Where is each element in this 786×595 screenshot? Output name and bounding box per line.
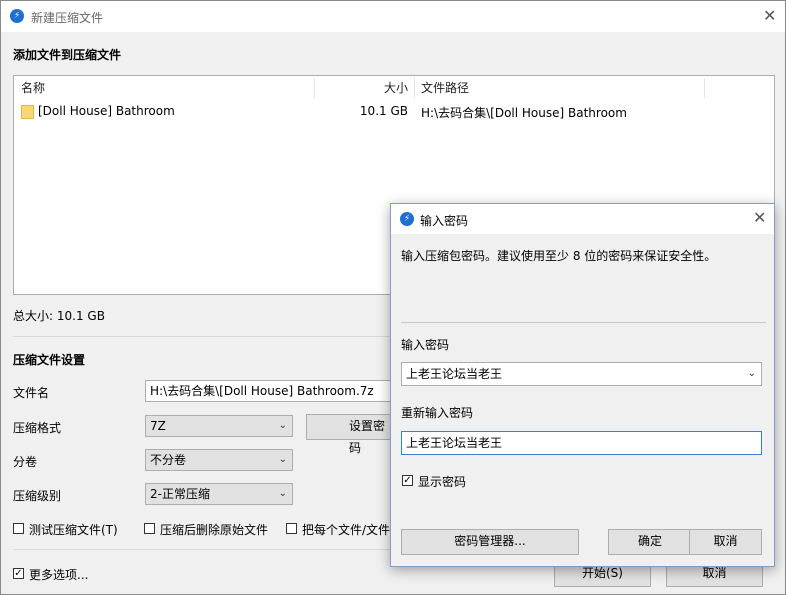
filename-label: 文件名: [13, 386, 50, 400]
column-path-header[interactable]: 文件路径: [421, 76, 469, 100]
level-label: 压缩级别: [13, 489, 62, 503]
divider: [13, 549, 393, 550]
password-dialog: ⚡ 输入密码 ✕ 输入压缩包密码。建议使用至少 8 位的密码来保证安全性。 输入…: [390, 203, 775, 567]
title-bar: ⚡ 新建压缩文件 ✕: [1, 1, 785, 32]
file-name: [Doll House] Bathroom: [38, 104, 175, 118]
close-icon[interactable]: ✕: [753, 210, 766, 226]
format-value: 7Z: [150, 419, 166, 433]
section-add-title: 添加文件到压缩文件: [13, 48, 122, 62]
folder-icon: [21, 105, 34, 119]
format-label: 压缩格式: [13, 421, 62, 435]
confirm-password-label: 重新输入密码: [401, 406, 474, 420]
dialog-title: 输入密码: [420, 214, 469, 228]
test-checkbox[interactable]: [13, 523, 24, 534]
column-size-header[interactable]: 大小: [384, 76, 408, 100]
column-divider[interactable]: [704, 78, 705, 98]
split-value: 不分卷: [150, 453, 187, 467]
show-password-checkbox[interactable]: ✓: [402, 475, 413, 486]
column-divider[interactable]: [314, 78, 315, 98]
delete-option-label: 压缩后删除原始文件: [160, 523, 269, 537]
chevron-down-icon: ⌄: [278, 454, 287, 465]
set-password-button[interactable]: 设置密码: [306, 414, 396, 455]
file-path: H:\去码合集\[Doll House] Bathroom: [421, 106, 627, 120]
confirm-password-input[interactable]: 上老王论坛当老王: [401, 431, 762, 455]
close-icon[interactable]: ✕: [763, 8, 776, 24]
file-size: 10.1 GB: [359, 104, 408, 118]
chevron-down-icon: ⌄: [278, 488, 287, 499]
divider: [401, 322, 766, 323]
dialog-hint: 输入压缩包密码。建议使用至少 8 位的密码来保证安全性。: [401, 249, 717, 263]
split-label: 分卷: [13, 455, 38, 469]
divider: [13, 336, 393, 337]
dialog-title-bar: ⚡ 输入密码 ✕: [391, 204, 774, 234]
password-input[interactable]: 上老王论坛当老王 ⌄: [401, 362, 762, 386]
test-option-label: 测试压缩文件(T): [29, 523, 118, 537]
format-select[interactable]: 7Z ⌄: [145, 415, 293, 437]
delete-checkbox[interactable]: [144, 523, 155, 534]
app-logo-icon: ⚡: [10, 9, 24, 23]
more-options-label: 更多选项...: [29, 568, 89, 582]
filename-field[interactable]: H:\去码合集\[Doll House] Bathroom.7z: [145, 380, 395, 402]
dialog-cancel-button[interactable]: 取消: [689, 529, 762, 555]
each-file-option-label: 把每个文件/文件: [302, 523, 391, 537]
check-icon: ✓: [403, 475, 412, 486]
password-label: 输入密码: [401, 338, 450, 352]
more-options-checkbox[interactable]: ✓: [13, 568, 24, 579]
show-password-label: 显示密码: [418, 475, 467, 489]
level-value: 2-正常压缩: [150, 487, 210, 501]
each-file-checkbox[interactable]: [286, 523, 297, 534]
window-title: 新建压缩文件: [31, 11, 104, 25]
column-divider[interactable]: [414, 78, 415, 98]
password-manager-button[interactable]: 密码管理器...: [401, 529, 579, 555]
app-logo-icon: ⚡: [400, 212, 414, 226]
level-select[interactable]: 2-正常压缩 ⌄: [145, 483, 293, 505]
check-icon: ✓: [14, 568, 23, 579]
split-select[interactable]: 不分卷 ⌄: [145, 449, 293, 471]
password-value: 上老王论坛当老王: [406, 367, 503, 381]
chevron-down-icon: ⌄: [278, 420, 287, 431]
column-name-header[interactable]: 名称: [21, 76, 45, 100]
ok-button[interactable]: 确定: [608, 529, 692, 555]
table-row[interactable]: [Doll House] Bathroom 10.1 GB H:\去码合集\[D…: [14, 100, 774, 122]
chevron-down-icon[interactable]: ⌄: [748, 363, 756, 385]
section-settings-title: 压缩文件设置: [13, 353, 86, 367]
total-size: 总大小: 10.1 GB: [13, 309, 105, 323]
